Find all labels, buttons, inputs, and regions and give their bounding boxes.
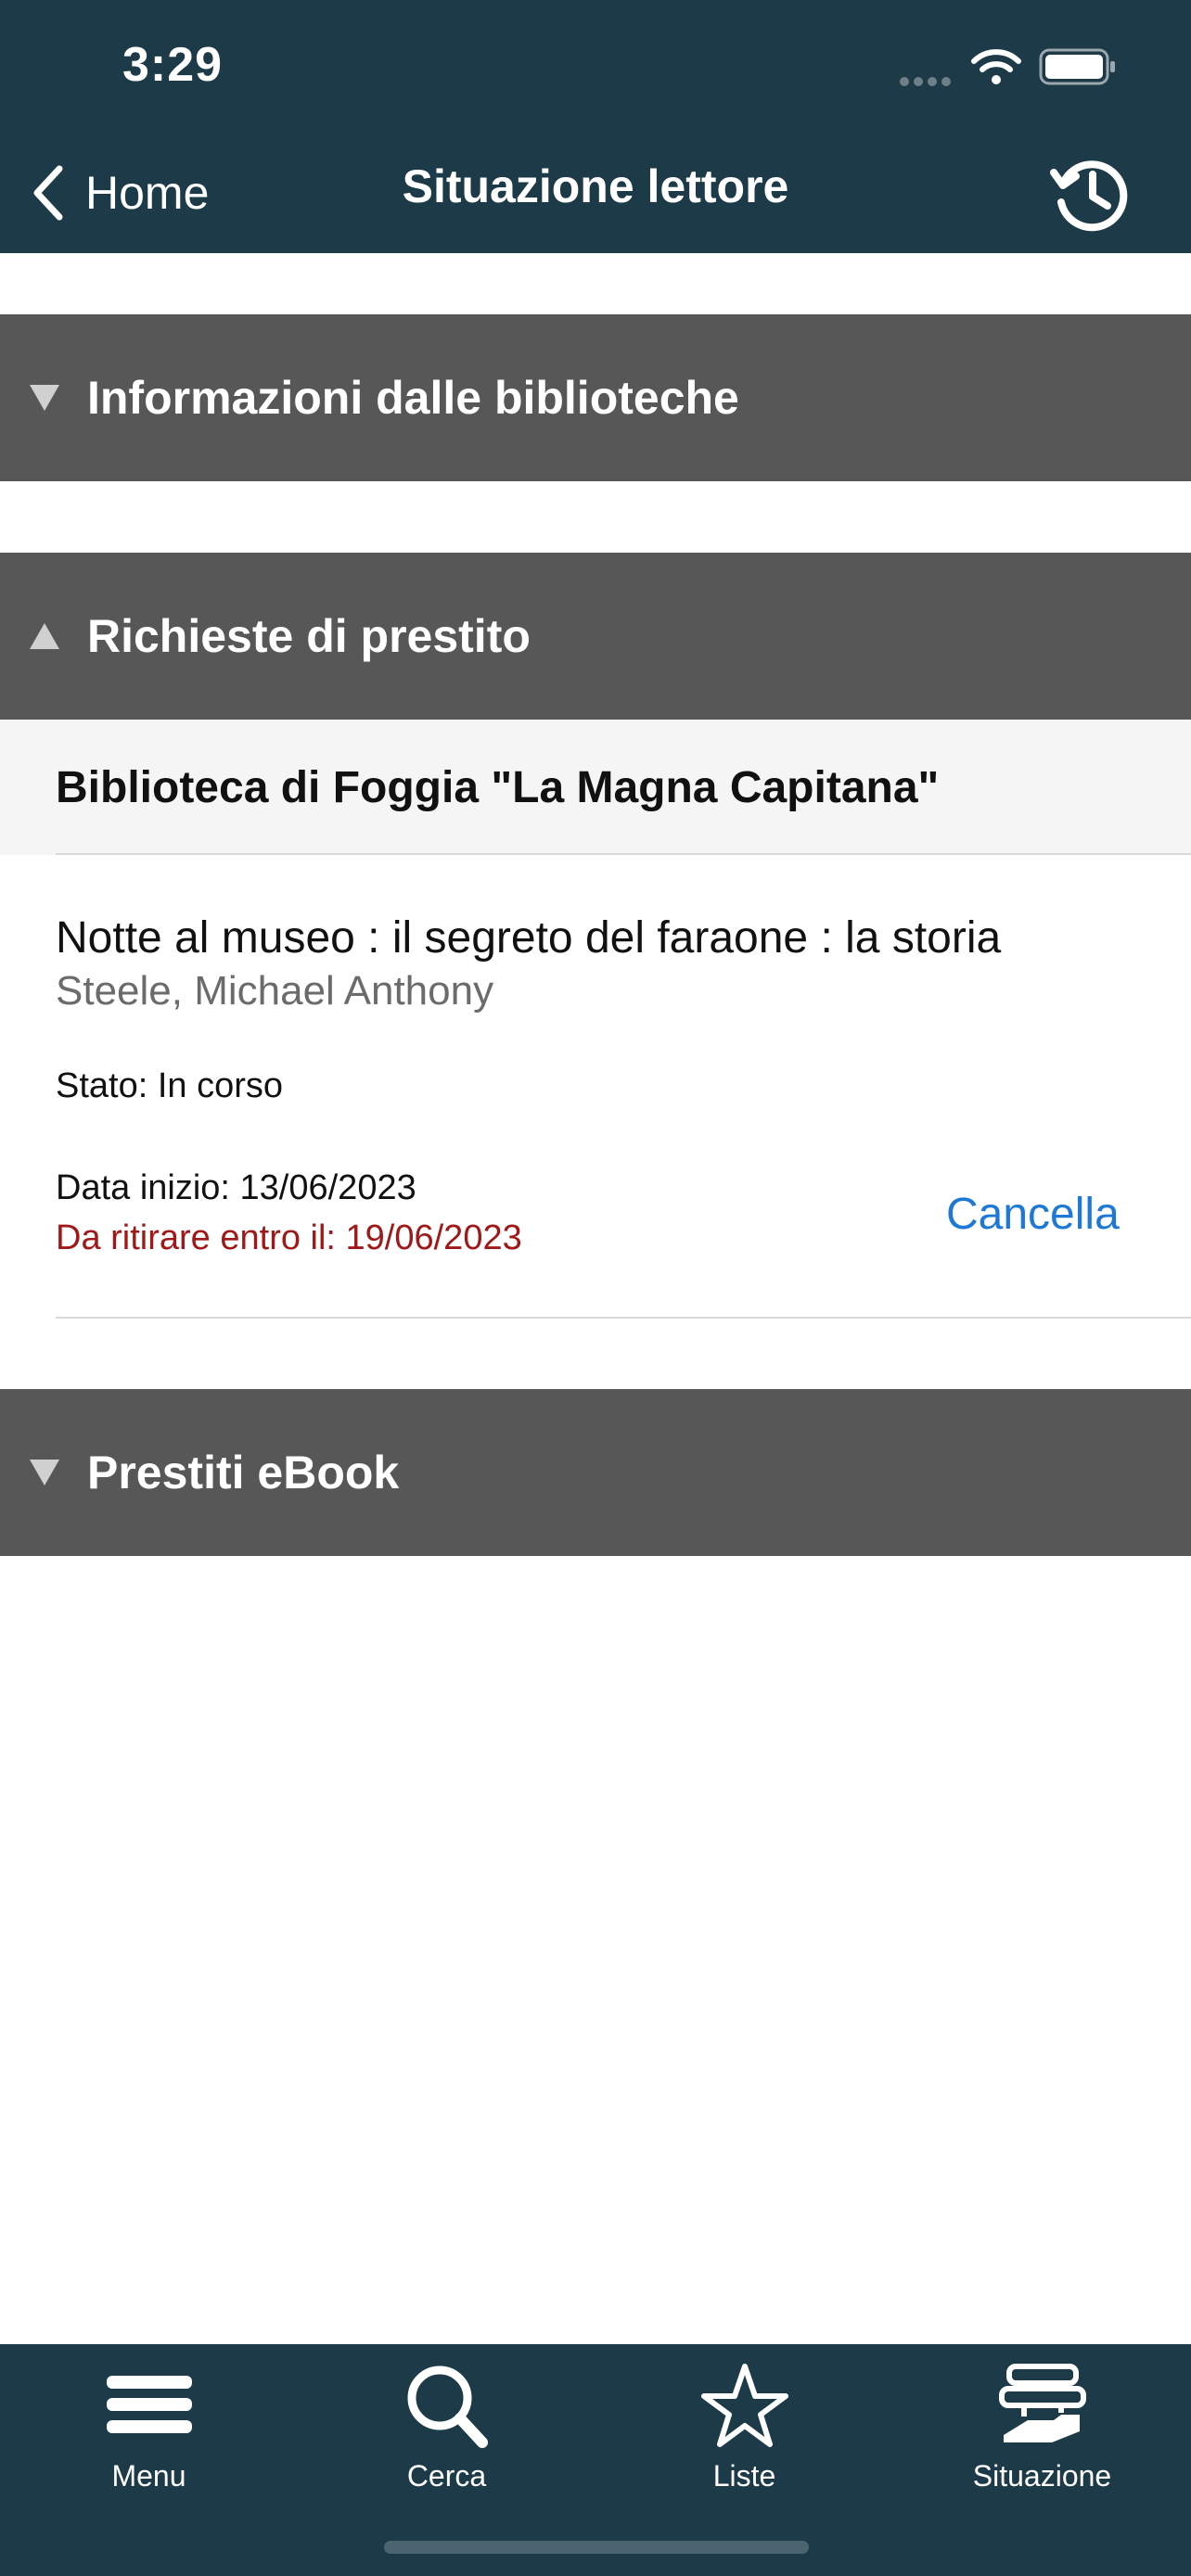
screen: 3:29 Home Situazione lettore Informazion…	[0, 0, 1191, 2576]
section-label: Informazioni dalle biblioteche	[87, 372, 739, 424]
star-icon	[700, 2364, 788, 2447]
status-time: 3:29	[122, 38, 224, 92]
tab-status[interactable]: Situazione	[893, 2344, 1191, 2502]
section-label: Prestiti eBook	[87, 1447, 400, 1498]
tab-lists[interactable]: Liste	[596, 2344, 893, 2502]
divider	[56, 1317, 1191, 1319]
triangle-down-icon	[30, 1460, 59, 1486]
tab-label: Situazione	[972, 2459, 1112, 2493]
library-group-header: Biblioteca di Foggia "La Magna Capitana"	[0, 720, 1191, 855]
library-name: Biblioteca di Foggia "La Magna Capitana"	[56, 763, 940, 812]
section-header-requests[interactable]: Richieste di prestito	[0, 553, 1191, 720]
loan-start-date: Data inizio: 13/06/2023	[56, 1168, 416, 1207]
triangle-up-icon	[30, 623, 59, 649]
page-title: Situazione lettore	[402, 160, 789, 212]
book-author: Steele, Michael Anthony	[56, 968, 494, 1014]
loan-request-item: Notte al museo : il segreto del faraone …	[0, 855, 1191, 1317]
books-icon	[998, 2364, 1086, 2442]
history-icon[interactable]	[1046, 148, 1135, 237]
tab-label: Liste	[712, 2459, 776, 2493]
book-title: Notte al museo : il segreto del faraone …	[56, 913, 1002, 963]
section-label: Richieste di prestito	[87, 610, 531, 662]
search-icon	[407, 2366, 488, 2448]
cancel-button[interactable]: Cancella	[946, 1189, 1120, 1240]
menu-icon	[106, 2376, 192, 2433]
home-indicator	[384, 2541, 809, 2554]
loan-status: Stato: In corso	[56, 1066, 284, 1105]
tab-label: Cerca	[406, 2459, 487, 2493]
section-header-info[interactable]: Informazioni dalle biblioteche	[0, 314, 1191, 481]
tab-search[interactable]: Cerca	[298, 2344, 596, 2502]
tab-menu[interactable]: Menu	[0, 2344, 298, 2502]
loan-pickup-deadline: Da ritirare entro il: 19/06/2023	[56, 1218, 522, 1257]
cellular-signal-icon	[900, 74, 955, 86]
triangle-down-icon	[30, 385, 59, 411]
section-header-ebooks[interactable]: Prestiti eBook	[0, 1389, 1191, 1556]
tab-label: Menu	[111, 2459, 186, 2493]
battery-icon	[1039, 48, 1115, 85]
header: 3:29 Home Situazione lettore	[0, 0, 1191, 253]
wifi-icon	[971, 49, 1021, 84]
